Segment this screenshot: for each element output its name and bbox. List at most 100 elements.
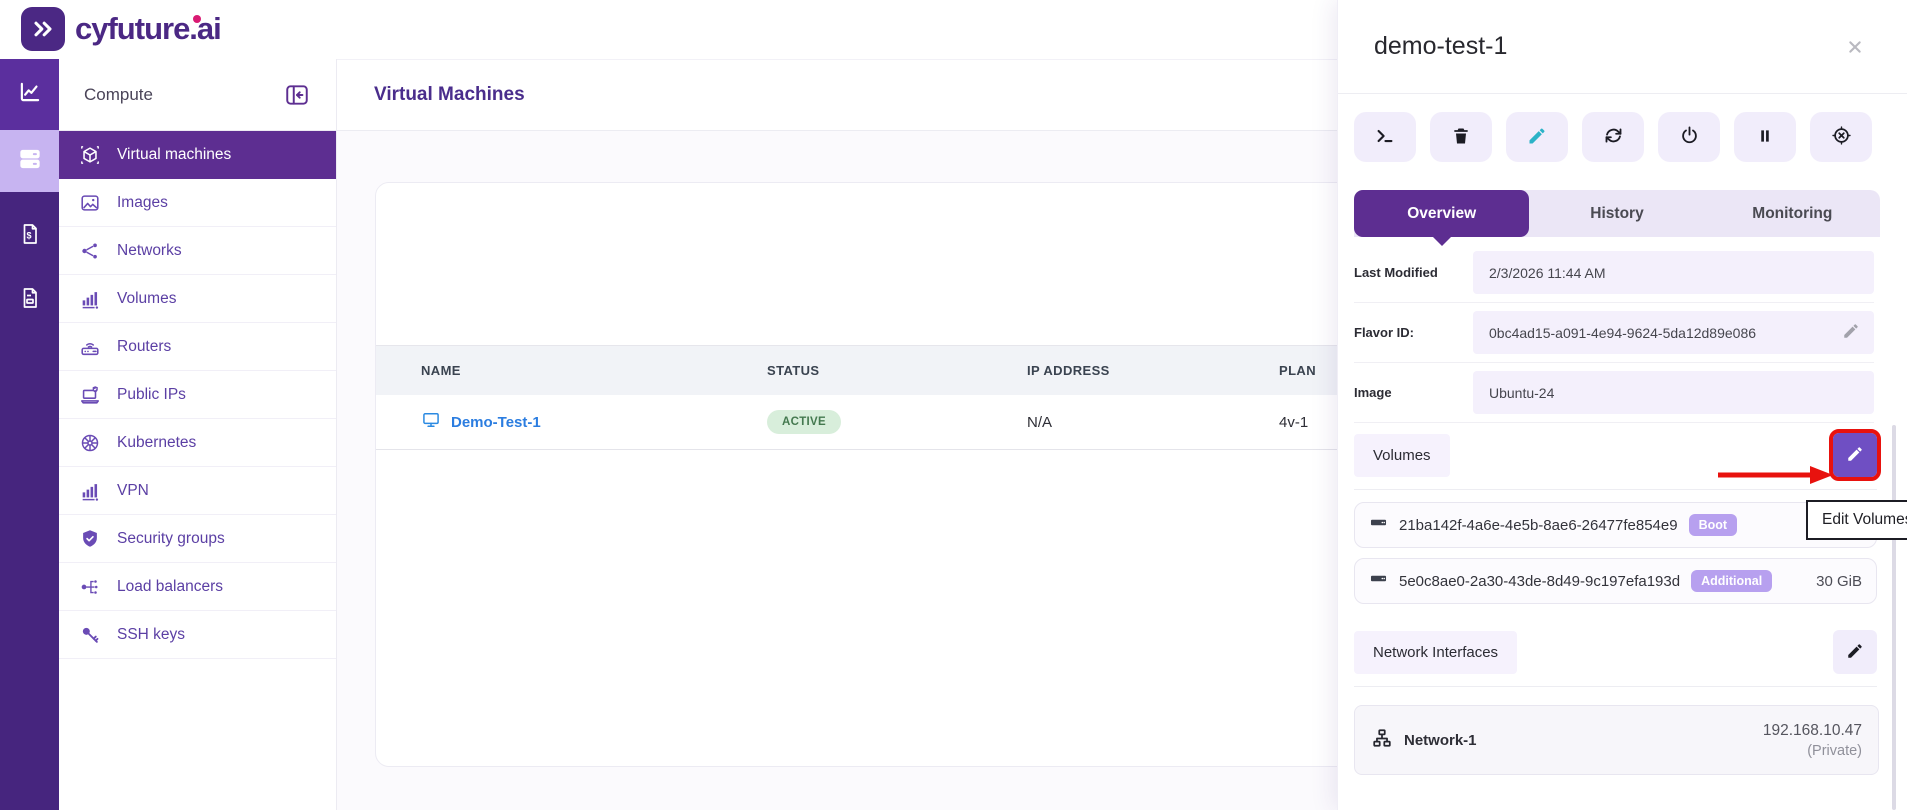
bar-chart-icon bbox=[78, 480, 102, 502]
power-button[interactable] bbox=[1658, 112, 1720, 162]
sidebar-item-virtual-machines[interactable]: Virtual machines bbox=[59, 131, 336, 179]
network-interface-row: Network-1 192.168.10.47 (Private) bbox=[1354, 705, 1879, 775]
pause-button[interactable] bbox=[1734, 112, 1796, 162]
sidebar-item-label: SSH keys bbox=[117, 626, 185, 644]
brand-logo-icon bbox=[21, 7, 65, 51]
documents-icon bbox=[18, 286, 42, 315]
volume-id: 21ba142f-4a6e-4e5b-8ae6-26477fe854e9 bbox=[1399, 517, 1678, 534]
servers-icon bbox=[17, 146, 43, 177]
image-icon bbox=[78, 192, 102, 214]
field-label: Image bbox=[1354, 385, 1473, 400]
pencil-icon bbox=[1846, 445, 1864, 466]
sidebar-item-security-groups[interactable]: Security groups bbox=[59, 515, 336, 563]
compute-sidebar: Compute Virtual machines bbox=[59, 59, 337, 810]
volumes-section-title: Volumes bbox=[1354, 434, 1450, 477]
reboot-icon bbox=[1603, 125, 1624, 149]
panel-header: demo-test-1 bbox=[1338, 0, 1907, 94]
sidebar-title: Compute bbox=[84, 85, 153, 105]
edit-volumes-button[interactable] bbox=[1833, 433, 1877, 477]
bar-chart-icon bbox=[78, 288, 102, 310]
sidebar-item-public-ips[interactable]: Public IPs bbox=[59, 371, 336, 419]
status-badge: ACTIVE bbox=[767, 410, 841, 434]
tab-history[interactable]: History bbox=[1529, 190, 1704, 237]
column-header-status: STATUS bbox=[767, 363, 1027, 378]
sidebar-header: Compute bbox=[59, 59, 336, 131]
brand-logo-dot bbox=[193, 15, 201, 23]
edit-button[interactable] bbox=[1506, 112, 1568, 162]
topology-icon bbox=[1371, 727, 1393, 753]
shield-check-icon bbox=[78, 528, 102, 550]
vm-name-link[interactable]: Demo-Test-1 bbox=[451, 414, 541, 431]
router-icon bbox=[78, 336, 102, 358]
sidebar-item-label: Images bbox=[117, 194, 168, 212]
load-balancer-icon bbox=[78, 576, 102, 598]
volume-size: 30 GiB bbox=[1816, 573, 1862, 590]
laptop-shield-icon bbox=[78, 384, 102, 406]
pencil-icon[interactable] bbox=[1842, 322, 1860, 343]
delete-icon bbox=[1451, 126, 1471, 149]
console-icon bbox=[1374, 125, 1396, 150]
close-icon[interactable] bbox=[1847, 39, 1863, 55]
network-name: Network-1 bbox=[1404, 732, 1477, 749]
vm-action-toolbar bbox=[1338, 94, 1907, 162]
network-ip: 192.168.10.47 bbox=[1763, 722, 1862, 740]
shutdown-icon bbox=[1831, 125, 1852, 149]
network-section-title: Network Interfaces bbox=[1354, 631, 1517, 674]
cube-icon bbox=[78, 144, 102, 166]
edit-volumes-tooltip: Edit Volumes bbox=[1806, 500, 1907, 540]
sidebar-item-label: Security groups bbox=[117, 530, 225, 548]
sidebar-item-volumes[interactable]: Volumes bbox=[59, 275, 336, 323]
rail-item-billing[interactable]: $ bbox=[0, 208, 59, 264]
volume-row: 5e0c8ae0-2a30-43de-8d49-9c197efa193d Add… bbox=[1354, 558, 1877, 604]
edit-icon bbox=[1527, 126, 1547, 149]
column-header-ip: IP ADDRESS bbox=[1027, 363, 1279, 378]
volume-badge: Additional bbox=[1691, 570, 1772, 592]
field-label: Last Modified bbox=[1354, 265, 1473, 280]
svg-text:$: $ bbox=[26, 230, 31, 240]
reboot-button[interactable] bbox=[1582, 112, 1644, 162]
sidebar-item-label: Routers bbox=[117, 338, 171, 356]
rail-item-documents[interactable] bbox=[0, 272, 59, 328]
brand-logo[interactable]: cyfuture.ai bbox=[21, 7, 221, 51]
sidebar-item-load-balancers[interactable]: Load balancers bbox=[59, 563, 336, 611]
volumes-list: 21ba142f-4a6e-4e5b-8ae6-26477fe854e9 Boo… bbox=[1354, 502, 1877, 604]
billing-icon: $ bbox=[18, 222, 42, 251]
vm-detail-panel: demo-test-1 bbox=[1337, 0, 1907, 810]
field-value: 0bc4ad15-a091-4e94-9624-5da12d89e086 bbox=[1489, 325, 1756, 341]
volume-badge: Boot bbox=[1689, 514, 1737, 536]
sidebar-item-label: Networks bbox=[117, 242, 182, 260]
sidebar-item-label: Virtual machines bbox=[117, 146, 231, 164]
sidebar-item-label: Load balancers bbox=[117, 578, 223, 596]
tab-overview[interactable]: Overview bbox=[1354, 190, 1529, 237]
network-section-header: Network Interfaces bbox=[1354, 630, 1877, 687]
edit-network-button[interactable] bbox=[1833, 630, 1877, 674]
delete-button[interactable] bbox=[1430, 112, 1492, 162]
field-value: Ubuntu-24 bbox=[1489, 385, 1554, 401]
key-icon bbox=[78, 624, 102, 646]
sidebar-item-networks[interactable]: Networks bbox=[59, 227, 336, 275]
field-flavor-id: Flavor ID: 0bc4ad15-a091-4e94-9624-5da12… bbox=[1354, 303, 1874, 363]
tab-monitoring[interactable]: Monitoring bbox=[1705, 190, 1880, 237]
sidebar-item-images[interactable]: Images bbox=[59, 179, 336, 227]
shutdown-button[interactable] bbox=[1810, 112, 1872, 162]
field-value: 2/3/2026 11:44 AM bbox=[1489, 265, 1606, 281]
rail-item-compute[interactable] bbox=[0, 130, 59, 192]
panel-scrollbar[interactable] bbox=[1892, 425, 1896, 810]
monitor-icon bbox=[421, 410, 441, 434]
sidebar-item-routers[interactable]: Routers bbox=[59, 323, 336, 371]
sidebar-item-kubernetes[interactable]: Kubernetes bbox=[59, 419, 336, 467]
network-nodes-icon bbox=[78, 240, 102, 262]
pencil-icon bbox=[1846, 642, 1864, 663]
pause-icon bbox=[1756, 127, 1774, 148]
sidebar-menu: Virtual machines Images Networks bbox=[59, 131, 336, 659]
sidebar-item-vpn[interactable]: VPN bbox=[59, 467, 336, 515]
volume-row: 21ba142f-4a6e-4e5b-8ae6-26477fe854e9 Boo… bbox=[1354, 502, 1877, 548]
field-last-modified: Last Modified 2/3/2026 11:44 AM bbox=[1354, 243, 1874, 303]
power-icon bbox=[1679, 125, 1700, 149]
rail-item-dashboard[interactable] bbox=[0, 59, 59, 130]
sidebar-item-ssh-keys[interactable]: SSH keys bbox=[59, 611, 336, 659]
panel-collapse-icon[interactable] bbox=[284, 82, 310, 108]
console-button[interactable] bbox=[1354, 112, 1416, 162]
field-image: Image Ubuntu-24 bbox=[1354, 363, 1874, 423]
kubernetes-wheel-icon bbox=[78, 432, 102, 454]
